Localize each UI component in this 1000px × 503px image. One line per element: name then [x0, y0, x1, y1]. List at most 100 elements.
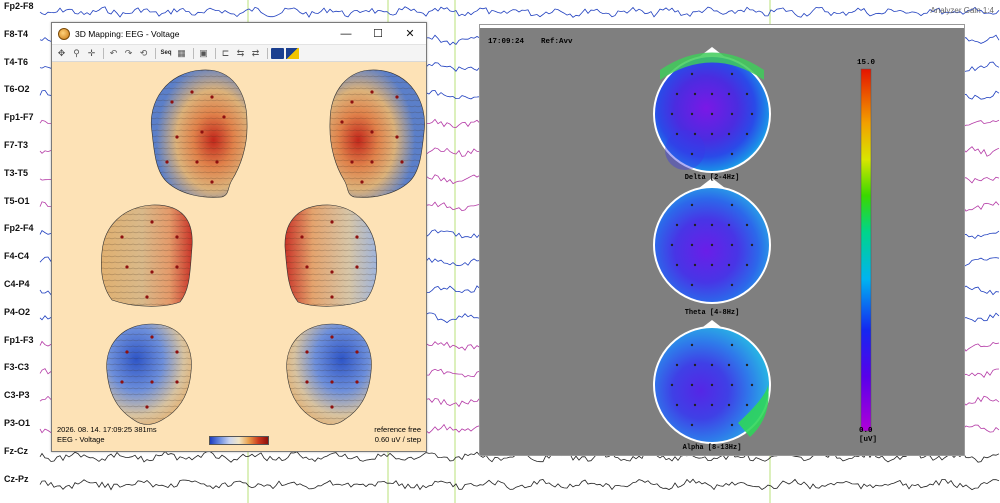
electrode-dot	[400, 160, 404, 164]
electrode-dot	[727, 223, 731, 227]
pan-icon[interactable]: ✛	[85, 48, 98, 59]
electrode-dot	[675, 223, 679, 227]
toolbar-3d: ✥ ⚲ ✛ ↶ ↷ ⟲ Seq ▦ ▣ ⊏ ⇆ ⇄	[52, 45, 426, 62]
channel-label[interactable]: Fp2-F8	[4, 1, 34, 11]
electrode-dot	[750, 383, 754, 387]
electrode-dot	[355, 265, 359, 269]
electrode-dot	[710, 243, 714, 247]
electrode-dot	[710, 383, 714, 387]
status-text: Analyzer Gain 1:4	[930, 6, 994, 15]
channel-label[interactable]: F8-T4	[4, 29, 28, 39]
electrode-dot	[693, 403, 697, 407]
electrode-dot	[330, 380, 334, 384]
electrode-dot	[355, 350, 359, 354]
electrode-dot	[305, 380, 309, 384]
electrode-dot	[330, 405, 334, 409]
close-button[interactable]: ✕	[394, 27, 426, 40]
channel-label[interactable]: F4-C4	[4, 251, 29, 261]
electrode-dot	[222, 115, 226, 119]
channel-label[interactable]: P4-O2	[4, 307, 30, 317]
electrode-dot	[210, 180, 214, 184]
electrode-dot	[675, 263, 679, 267]
app-icon	[58, 27, 70, 40]
electrode-dot	[675, 363, 679, 367]
grid-icon[interactable]: ▦	[175, 48, 188, 59]
channel-label[interactable]: P3-O1	[4, 418, 30, 428]
footer-left: 2026. 08. 14. 17:09:25 381ms EEG - Volta…	[57, 425, 157, 445]
electrode-dot	[175, 265, 179, 269]
electrode-dot	[727, 132, 731, 136]
timestamp-text: 2026. 08. 14. 17:09:25 381ms	[57, 425, 157, 434]
electrode-dot	[120, 235, 124, 239]
electrode-dot	[710, 132, 714, 136]
color-map-icon[interactable]	[271, 47, 284, 59]
topomap-delta	[653, 47, 771, 173]
channel-label[interactable]: Fp1-F3	[4, 335, 34, 345]
electrode-dot	[730, 283, 734, 287]
layout-two-icon[interactable]: ⇆	[234, 48, 247, 59]
channel-label[interactable]: T3-T5	[4, 168, 28, 178]
rotate-right-icon[interactable]: ↷	[122, 48, 135, 59]
reference-text: reference free	[374, 425, 421, 434]
electrode-dot	[710, 263, 714, 267]
channel-label[interactable]: F7-T3	[4, 140, 28, 150]
electrode-dot	[150, 380, 154, 384]
head-render-svg	[101, 69, 425, 425]
channel-label[interactable]: Fp1-F7	[4, 112, 34, 122]
mode-text: EEG - Voltage	[57, 435, 105, 444]
electrode-dot	[355, 380, 359, 384]
maximize-button[interactable]: ☐	[362, 27, 394, 40]
channel-label[interactable]: F3-C3	[4, 362, 29, 372]
channel-label[interactable]: T4-T6	[4, 57, 28, 67]
sequence-button[interactable]: Seq	[159, 48, 173, 59]
electrode-dot	[360, 180, 364, 184]
titlebar-3d[interactable]: 3D Mapping: EEG - Voltage — ☐ ✕	[52, 23, 426, 45]
colorbar-min: 0.0	[859, 427, 873, 435]
electrode-dot	[750, 243, 754, 247]
channel-label[interactable]: Cz-Pz	[4, 474, 29, 484]
eeg-trace	[39, 478, 1000, 491]
electrode-dot	[745, 363, 749, 367]
palette-icon[interactable]	[286, 47, 299, 59]
electrode-dot	[175, 350, 179, 354]
electrode-dot	[175, 380, 179, 384]
eeg-trace	[39, 6, 1000, 18]
electrode-dot	[690, 243, 694, 247]
electrode-dot	[195, 160, 199, 164]
electrode-dot	[690, 203, 694, 207]
camera-icon[interactable]: ▣	[197, 48, 210, 59]
electrode-dot	[727, 403, 731, 407]
electrode-dot	[190, 90, 194, 94]
separator	[103, 47, 104, 59]
zoom-icon[interactable]: ⚲	[70, 48, 83, 59]
channel-label[interactable]: Fz-Cz	[4, 446, 28, 456]
channel-label[interactable]: C4-P4	[4, 279, 30, 289]
channel-label[interactable]: T6-O2	[4, 84, 30, 94]
channel-label[interactable]: C3-P3	[4, 390, 30, 400]
layout-one-icon[interactable]: ⊏	[219, 48, 232, 59]
move-icon[interactable]: ✥	[55, 48, 68, 59]
electrode-dot	[670, 383, 674, 387]
topomap-window[interactable]: 17:09:24 Ref:Avv Delta [2-4Hz] Theta [4-…	[479, 24, 965, 456]
colorbar	[860, 68, 872, 432]
electrode-dot	[730, 152, 734, 156]
rotate-left-icon[interactable]: ↶	[107, 48, 120, 59]
separator	[193, 47, 194, 59]
reset-view-icon[interactable]: ⟲	[137, 48, 150, 59]
electrode-dot	[330, 295, 334, 299]
minimize-button[interactable]: —	[330, 28, 362, 40]
electrode-dot	[730, 383, 734, 387]
channel-label[interactable]: T5-O1	[4, 196, 30, 206]
electrode-dot	[305, 265, 309, 269]
electrode-dot	[690, 423, 694, 427]
head-render-canvas[interactable]: 2026. 08. 14. 17:09:25 381ms EEG - Volta…	[52, 62, 426, 451]
electrode-dot	[693, 92, 697, 96]
electrode-dot	[730, 343, 734, 347]
electrode-dot	[305, 350, 309, 354]
electrode-dot	[745, 403, 749, 407]
separator	[215, 47, 216, 59]
3d-mapping-window[interactable]: 3D Mapping: EEG - Voltage — ☐ ✕ ✥ ⚲ ✛ ↶ …	[51, 22, 427, 452]
channel-label[interactable]: Fp2-F4	[4, 223, 34, 233]
electrode-dot	[727, 363, 731, 367]
layout-three-icon[interactable]: ⇄	[249, 48, 262, 59]
